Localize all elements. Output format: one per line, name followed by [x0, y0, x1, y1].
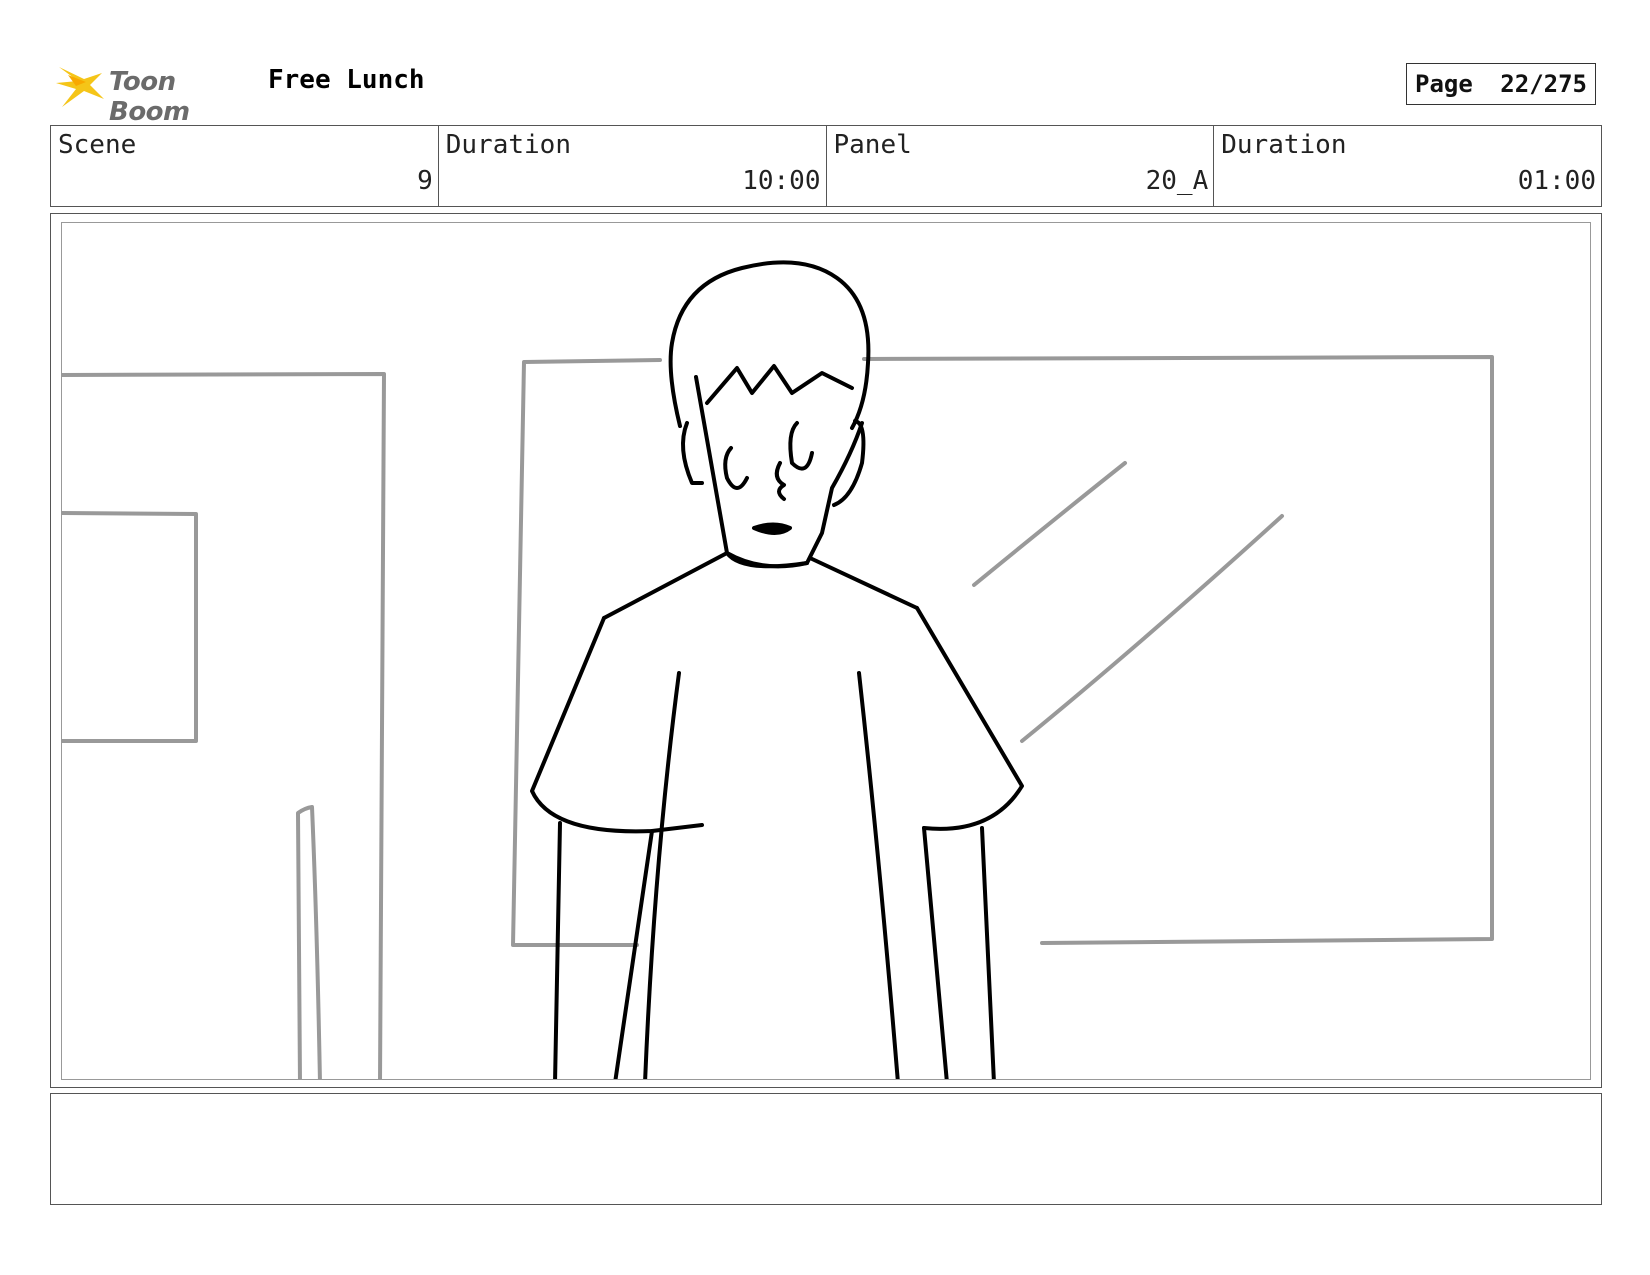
page-label: Page [1415, 70, 1473, 98]
panel-duration-label: Duration [1221, 130, 1347, 160]
panel-value: 20_A [1145, 166, 1209, 196]
page-indicator: Page 22/275 [1406, 63, 1596, 105]
arm-right-inner [922, 826, 949, 1079]
torso-right [857, 671, 900, 1079]
panel-duration-value: 01:00 [1517, 166, 1596, 196]
back-window [511, 358, 662, 947]
panel-sketch [62, 260, 1494, 1079]
page-number: 22/275 [1500, 70, 1587, 98]
character-eye-left [723, 446, 749, 490]
logo-text: Toon Boom [109, 67, 190, 127]
shoulder-left [602, 551, 729, 620]
shoulder-right [808, 556, 919, 610]
sleeve-right [915, 606, 1024, 831]
scene-label: Scene [58, 130, 137, 160]
torso-left [643, 671, 681, 1079]
character-ear-left [681, 421, 704, 485]
left-window [62, 511, 198, 743]
project-title: Free Lunch [268, 65, 425, 95]
character-sketch [530, 260, 1024, 1079]
left-post [296, 805, 322, 1079]
toon-boom-star-icon [56, 67, 104, 107]
toon-boom-logo: Toon Boom [54, 55, 249, 127]
back-window-right [862, 355, 1494, 945]
scene-duration-cell: Duration 10:00 [439, 126, 827, 206]
scene-duration-value: 10:00 [742, 166, 821, 196]
scene-value: 9 [417, 166, 433, 196]
character-nose [774, 461, 786, 501]
window-glare-2 [1020, 514, 1284, 743]
panel-label: Panel [833, 130, 912, 160]
character-mouth [752, 522, 792, 535]
panel-image [61, 222, 1591, 1080]
scene-cell: Scene 9 [51, 126, 439, 206]
panel-cell: Panel 20_A [827, 126, 1215, 206]
arm-right [980, 826, 996, 1079]
panel-duration-cell: Duration 01:00 [1214, 126, 1601, 206]
scene-info-table: Scene 9 Duration 10:00 Panel 20_A Durati… [50, 125, 1602, 207]
left-doorframe [62, 372, 386, 1079]
panel-notes [50, 1093, 1602, 1205]
sleeve-left [530, 616, 704, 834]
window-glare-1 [972, 461, 1127, 587]
page-header: Toon Boom Free Lunch [54, 55, 1614, 127]
arm-left [553, 821, 562, 1079]
scene-duration-label: Duration [445, 130, 571, 160]
storyboard-panel [50, 213, 1602, 1088]
character-bangs [705, 364, 854, 405]
character-eye-right [788, 421, 814, 471]
